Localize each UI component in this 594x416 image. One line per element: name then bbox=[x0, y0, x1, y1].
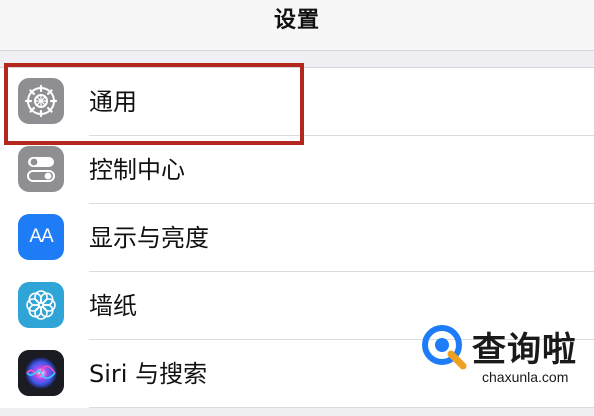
watermark-header: 查询啦 bbox=[414, 322, 577, 371]
watermark-text: 查询啦 bbox=[472, 330, 577, 370]
toggle-switches-icon bbox=[18, 146, 64, 192]
highlight-annotation-box bbox=[4, 63, 304, 145]
settings-item-label: 显示与亮度 bbox=[89, 224, 209, 252]
siri-icon bbox=[18, 350, 64, 396]
settings-item-control-center[interactable]: 控制中心 bbox=[0, 136, 594, 204]
settings-item-display-brightness[interactable]: AA 显示与亮度 bbox=[0, 204, 594, 272]
q-search-logo bbox=[422, 324, 467, 369]
settings-item-label: Siri 与搜索 bbox=[89, 360, 208, 388]
page-title: 设置 bbox=[273, 8, 320, 33]
aa-glyph: AA bbox=[29, 226, 53, 247]
settings-item-label: 墙纸 bbox=[89, 292, 137, 320]
settings-item-label: 控制中心 bbox=[89, 156, 185, 184]
watermark: 查询啦 chaxunla.com bbox=[414, 322, 594, 416]
flower-icon bbox=[18, 282, 64, 328]
settings-screen: 设置 通用 控制中心 AA 显示与亮度 墙纸 Siri 与搜索 查询啦 chax… bbox=[0, 0, 594, 416]
text-size-aa-icon: AA bbox=[18, 214, 64, 260]
navigation-bar: 设置 bbox=[0, 0, 594, 51]
watermark-subtext: chaxunla.com bbox=[482, 369, 569, 385]
